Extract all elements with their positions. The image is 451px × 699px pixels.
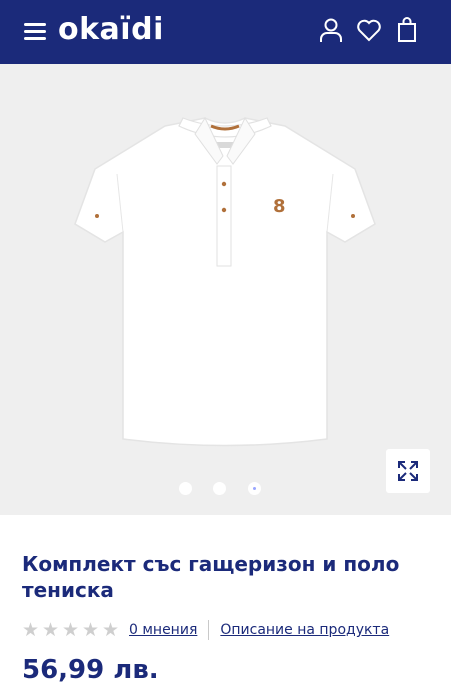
divider (208, 620, 210, 640)
product-image-gallery[interactable]: 8 (0, 64, 451, 515)
product-image: 8 (74, 116, 376, 447)
user-icon[interactable] (317, 16, 345, 44)
zoom-button[interactable] (386, 449, 430, 493)
heart-icon[interactable] (355, 16, 383, 44)
slide-dot-1[interactable] (179, 482, 192, 495)
product-title: Комплект със гащеризон и поло тениска (22, 552, 400, 602)
brand-logo[interactable]: okaïdi (58, 12, 164, 47)
expand-arrows-icon (398, 461, 418, 481)
star-icon: ★ (62, 619, 80, 641)
star-icon: ★ (102, 619, 120, 641)
slide-dot-3[interactable] (248, 482, 261, 495)
star-icon: ★ (82, 619, 100, 641)
star-icon: ★ (22, 619, 40, 641)
svg-text:8: 8 (273, 196, 286, 217)
star-icon: ★ (42, 619, 60, 641)
hamburger-menu-icon[interactable] (24, 22, 46, 40)
product-price: 56,99 лв. (22, 655, 159, 685)
slide-dot-2[interactable] (213, 482, 226, 495)
shopping-bag-icon[interactable] (393, 16, 421, 44)
rating-row: ★ ★ ★ ★ ★ 0 мнения Описание на продукта (22, 620, 389, 640)
star-rating: ★ ★ ★ ★ ★ (22, 619, 122, 641)
product-description-link[interactable]: Описание на продукта (220, 622, 389, 638)
top-header: okaïdi (0, 0, 451, 64)
slide-indicators (0, 482, 451, 496)
reviews-link[interactable]: 0 мнения (129, 622, 197, 638)
